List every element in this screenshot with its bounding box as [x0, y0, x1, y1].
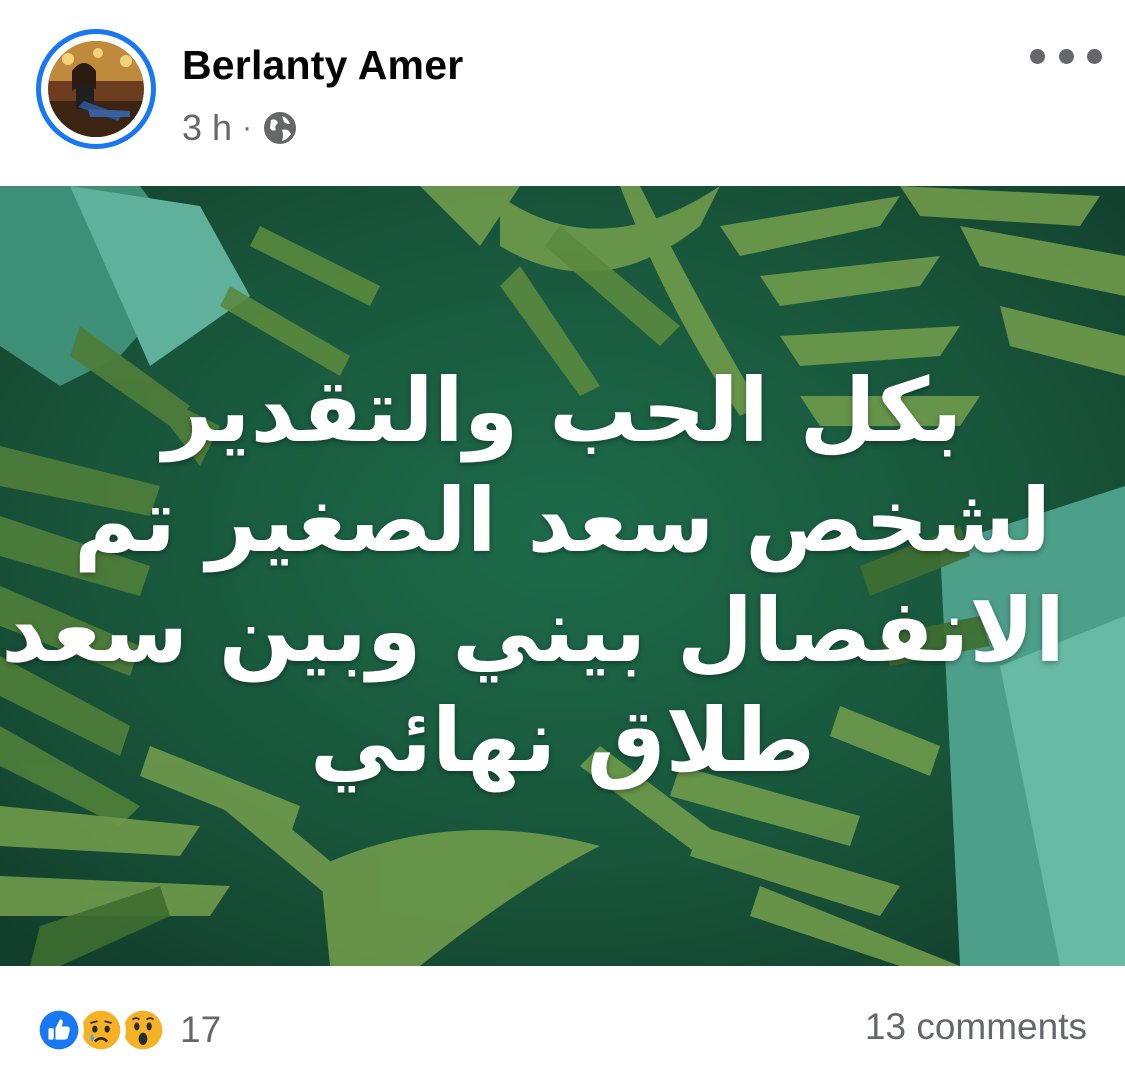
post-image[interactable]: بكل الحب والتقدير لشخص سعد الصغير تم الا… — [0, 186, 1125, 966]
post-meta: 3 h · — [182, 107, 298, 149]
image-caption: بكل الحب والتقدير لشخص سعد الصغير تم الا… — [1, 356, 1065, 796]
caption-line: الانفصال بيني وبين سعد — [1, 579, 1065, 682]
dot-icon — [1030, 48, 1045, 64]
globe-icon[interactable] — [262, 110, 298, 146]
comments-count[interactable]: 13 comments — [865, 1006, 1087, 1048]
dot-icon — [1058, 48, 1074, 64]
meta-separator: · — [242, 111, 253, 144]
caption-line: طلاق نهائي — [309, 689, 816, 792]
caption-line: بكل الحب والتقدير — [162, 359, 963, 462]
post-time[interactable]: 3 h — [182, 107, 232, 149]
avatar-photo — [48, 41, 144, 137]
reactions-summary[interactable]: 17 — [34, 1004, 221, 1056]
caption-line: لشخص سعد الصغير تم — [73, 469, 1052, 572]
post-footer: 17 13 comments — [0, 966, 1125, 1074]
author-name[interactable]: Berlanty Amer — [182, 42, 463, 89]
reaction-count[interactable]: 17 — [180, 1009, 221, 1051]
dot-icon — [1087, 48, 1102, 64]
author-avatar[interactable] — [36, 29, 156, 149]
more-options-button[interactable] — [1030, 36, 1102, 76]
like-icon — [34, 1005, 84, 1055]
post-header: Berlanty Amer 3 h · — [0, 0, 1125, 186]
